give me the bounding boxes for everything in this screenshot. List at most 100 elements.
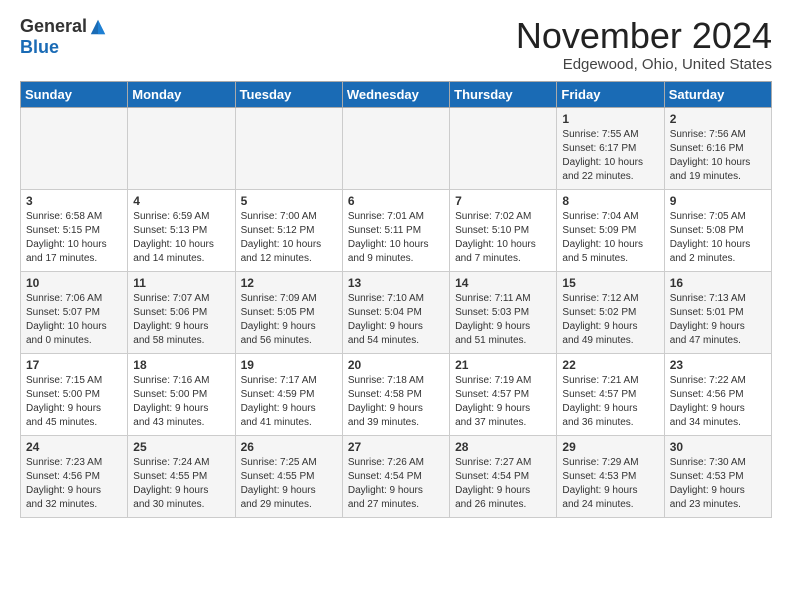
table-cell: 29 Sunrise: 7:29 AM Sunset: 4:53 PM Dayli…: [557, 435, 664, 517]
table-cell: 20 Sunrise: 7:18 AM Sunset: 4:58 PM Dayli…: [342, 353, 449, 435]
day-number: 10: [26, 276, 122, 290]
calendar-header-row: Sunday Monday Tuesday Wednesday Thursday…: [21, 81, 772, 107]
calendar: Sunday Monday Tuesday Wednesday Thursday…: [20, 81, 772, 518]
day-number: 19: [241, 358, 337, 372]
week-row-1: 3 Sunrise: 6:58 AM Sunset: 5:15 PM Daylig…: [21, 189, 772, 271]
day-number: 28: [455, 440, 551, 454]
table-cell: 30 Sunrise: 7:30 AM Sunset: 4:53 PM Dayli…: [664, 435, 771, 517]
week-row-3: 17Sunrise: 7:15 AM Sunset: 5:00 PM Dayli…: [21, 353, 772, 435]
table-cell: 24 Sunrise: 7:23 AM Sunset: 4:56 PM Dayli…: [21, 435, 128, 517]
day-info: Sunrise: 7:55 AM Sunset: 6:17 PM Dayligh…: [562, 128, 658, 184]
day-info: Sunrise: 7:12 AM Sunset: 5:02 PM Dayligh…: [562, 292, 658, 348]
day-number: 8: [562, 194, 658, 208]
logo-general: General: [20, 16, 87, 37]
day-number: 15: [562, 276, 658, 290]
day-info: Sunrise: 7:16 AM Sunset: 5:00 PM Dayligh…: [133, 374, 229, 430]
week-row-4: 24 Sunrise: 7:23 AM Sunset: 4:56 PM Dayli…: [21, 435, 772, 517]
day-number: 4: [133, 194, 229, 208]
day-number: 11: [133, 276, 229, 290]
day-info: Sunrise: 7:18 AM Sunset: 4:58 PM Dayligh…: [348, 374, 444, 430]
day-info: Sunrise: 7:11 AM Sunset: 5:03 PM Dayligh…: [455, 292, 551, 348]
table-cell: 10 Sunrise: 7:06 AM Sunset: 5:07 PM Dayli…: [21, 271, 128, 353]
day-number: 16: [670, 276, 766, 290]
table-cell: 9 Sunrise: 7:05 AM Sunset: 5:08 PM Daylig…: [664, 189, 771, 271]
table-cell: 12Sunrise: 7:09 AM Sunset: 5:05 PM Dayli…: [235, 271, 342, 353]
day-info: Sunrise: 7:06 AM Sunset: 5:07 PM Dayligh…: [26, 292, 122, 348]
table-cell: 16 Sunrise: 7:13 AM Sunset: 5:01 PM Dayli…: [664, 271, 771, 353]
page: General Blue November 2024 Edgewood, Ohi…: [0, 0, 792, 528]
header: General Blue November 2024 Edgewood, Ohi…: [20, 16, 772, 73]
table-cell: 28 Sunrise: 7:27 AM Sunset: 4:54 PM Dayli…: [450, 435, 557, 517]
day-info: Sunrise: 7:05 AM Sunset: 5:08 PM Dayligh…: [670, 210, 766, 266]
day-number: 20: [348, 358, 444, 372]
header-sunday: Sunday: [21, 81, 128, 107]
day-number: 14: [455, 276, 551, 290]
day-number: 6: [348, 194, 444, 208]
day-info: Sunrise: 7:26 AM Sunset: 4:54 PM Dayligh…: [348, 456, 444, 512]
table-cell: 18 Sunrise: 7:16 AM Sunset: 5:00 PM Dayli…: [128, 353, 235, 435]
day-number: 18: [133, 358, 229, 372]
day-number: 30: [670, 440, 766, 454]
header-tuesday: Tuesday: [235, 81, 342, 107]
table-cell: [342, 107, 449, 189]
day-info: Sunrise: 7:30 AM Sunset: 4:53 PM Dayligh…: [670, 456, 766, 512]
day-info: Sunrise: 7:27 AM Sunset: 4:54 PM Dayligh…: [455, 456, 551, 512]
day-number: 3: [26, 194, 122, 208]
day-info: Sunrise: 7:01 AM Sunset: 5:11 PM Dayligh…: [348, 210, 444, 266]
table-cell: 11 Sunrise: 7:07 AM Sunset: 5:06 PM Dayli…: [128, 271, 235, 353]
day-info: Sunrise: 7:10 AM Sunset: 5:04 PM Dayligh…: [348, 292, 444, 348]
table-cell: 5 Sunrise: 7:00 AM Sunset: 5:12 PM Daylig…: [235, 189, 342, 271]
day-number: 2: [670, 112, 766, 126]
table-cell: 25Sunrise: 7:24 AM Sunset: 4:55 PM Dayli…: [128, 435, 235, 517]
day-info: Sunrise: 7:21 AM Sunset: 4:57 PM Dayligh…: [562, 374, 658, 430]
day-number: 29: [562, 440, 658, 454]
day-info: Sunrise: 7:24 AM Sunset: 4:55 PM Dayligh…: [133, 456, 229, 512]
table-cell: 13 Sunrise: 7:10 AM Sunset: 5:04 PM Dayli…: [342, 271, 449, 353]
week-row-0: 1 Sunrise: 7:55 AM Sunset: 6:17 PM Daylig…: [21, 107, 772, 189]
table-cell: [128, 107, 235, 189]
day-info: Sunrise: 7:25 AM Sunset: 4:55 PM Dayligh…: [241, 456, 337, 512]
table-cell: 27 Sunrise: 7:26 AM Sunset: 4:54 PM Dayli…: [342, 435, 449, 517]
day-info: Sunrise: 7:17 AM Sunset: 4:59 PM Dayligh…: [241, 374, 337, 430]
logo: General Blue: [20, 16, 107, 58]
day-number: 5: [241, 194, 337, 208]
table-cell: 14 Sunrise: 7:11 AM Sunset: 5:03 PM Dayli…: [450, 271, 557, 353]
table-cell: 23Sunrise: 7:22 AM Sunset: 4:56 PM Dayli…: [664, 353, 771, 435]
table-cell: 19 Sunrise: 7:17 AM Sunset: 4:59 PM Dayli…: [235, 353, 342, 435]
day-number: 13: [348, 276, 444, 290]
month-title: November 2024: [516, 16, 772, 56]
day-number: 9: [670, 194, 766, 208]
day-info: Sunrise: 7:00 AM Sunset: 5:12 PM Dayligh…: [241, 210, 337, 266]
day-number: 7: [455, 194, 551, 208]
day-info: Sunrise: 6:58 AM Sunset: 5:15 PM Dayligh…: [26, 210, 122, 266]
table-cell: [450, 107, 557, 189]
week-row-2: 10 Sunrise: 7:06 AM Sunset: 5:07 PM Dayli…: [21, 271, 772, 353]
day-info: Sunrise: 7:13 AM Sunset: 5:01 PM Dayligh…: [670, 292, 766, 348]
header-saturday: Saturday: [664, 81, 771, 107]
table-cell: 2 Sunrise: 7:56 AM Sunset: 6:16 PM Daylig…: [664, 107, 771, 189]
table-cell: [21, 107, 128, 189]
day-info: Sunrise: 7:29 AM Sunset: 4:53 PM Dayligh…: [562, 456, 658, 512]
table-cell: 8 Sunrise: 7:04 AM Sunset: 5:09 PM Daylig…: [557, 189, 664, 271]
day-number: 21: [455, 358, 551, 372]
day-number: 23: [670, 358, 766, 372]
table-cell: 1 Sunrise: 7:55 AM Sunset: 6:17 PM Daylig…: [557, 107, 664, 189]
day-info: Sunrise: 7:19 AM Sunset: 4:57 PM Dayligh…: [455, 374, 551, 430]
table-cell: 3 Sunrise: 6:58 AM Sunset: 5:15 PM Daylig…: [21, 189, 128, 271]
day-info: Sunrise: 7:07 AM Sunset: 5:06 PM Dayligh…: [133, 292, 229, 348]
day-number: 12: [241, 276, 337, 290]
day-info: Sunrise: 7:04 AM Sunset: 5:09 PM Dayligh…: [562, 210, 658, 266]
day-number: 24: [26, 440, 122, 454]
table-cell: 6 Sunrise: 7:01 AM Sunset: 5:11 PM Daylig…: [342, 189, 449, 271]
day-number: 27: [348, 440, 444, 454]
day-number: 1: [562, 112, 658, 126]
day-info: Sunrise: 7:23 AM Sunset: 4:56 PM Dayligh…: [26, 456, 122, 512]
table-cell: 7 Sunrise: 7:02 AM Sunset: 5:10 PM Daylig…: [450, 189, 557, 271]
day-info: Sunrise: 7:02 AM Sunset: 5:10 PM Dayligh…: [455, 210, 551, 266]
header-thursday: Thursday: [450, 81, 557, 107]
table-cell: [235, 107, 342, 189]
location: Edgewood, Ohio, United States: [516, 56, 772, 73]
day-number: 17: [26, 358, 122, 372]
day-info: Sunrise: 7:56 AM Sunset: 6:16 PM Dayligh…: [670, 128, 766, 184]
table-cell: 26Sunrise: 7:25 AM Sunset: 4:55 PM Dayli…: [235, 435, 342, 517]
